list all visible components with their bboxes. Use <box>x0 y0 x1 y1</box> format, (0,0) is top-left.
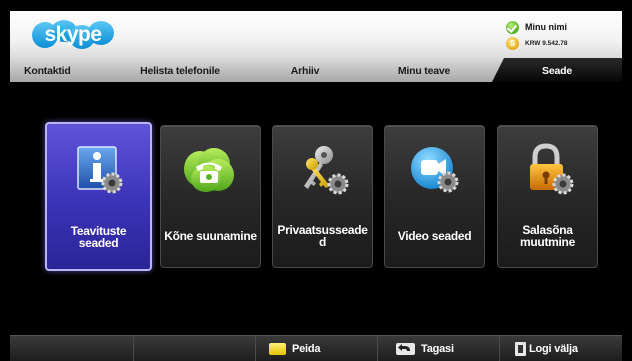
tile-label: Salasõna muutmine <box>520 223 575 249</box>
tile-label: Teavituste seaded <box>70 224 127 250</box>
tile-change-password[interactable]: Salasõna muutmine <box>497 125 598 268</box>
logout-button[interactable]: Logi välja <box>515 342 578 356</box>
info-settings-icon <box>66 143 132 201</box>
tile-label: Video seaded <box>397 229 472 243</box>
logout-label: Logi välja <box>529 343 578 355</box>
tile-privacy-settings[interactable]: Privaatsusseaded <box>272 125 373 268</box>
yellow-key-icon <box>269 343 286 355</box>
tile-notification-settings[interactable]: Teavituste seaded <box>45 122 152 271</box>
footer-divider <box>499 336 500 361</box>
tile-label: Kõne suunamine <box>164 229 257 243</box>
footer-divider <box>377 336 378 361</box>
tile-call-forwarding[interactable]: Kõne suunamine <box>160 125 261 268</box>
footer-divider <box>133 336 134 361</box>
footer-divider <box>255 336 256 361</box>
key-settings-icon <box>290 142 356 200</box>
tile-video-settings[interactable]: Video seaded <box>384 125 485 268</box>
settings-grid: Teavituste seaded Kõne suunamine Privaat… <box>0 0 632 361</box>
footer-bar: Peida Tagasi Logi välja <box>10 335 622 361</box>
back-key-icon <box>396 343 415 355</box>
back-button[interactable]: Tagasi <box>396 342 454 356</box>
video-settings-icon <box>402 142 468 200</box>
hide-button[interactable]: Peida <box>269 342 321 356</box>
lock-settings-icon <box>515 142 581 200</box>
exit-key-icon <box>515 342 526 356</box>
tile-label: Privaatsusseaded <box>277 223 368 249</box>
back-label: Tagasi <box>421 343 454 355</box>
phone-forward-icon <box>178 142 244 200</box>
skype-tv-app: skype Minu nimi S KRW 9.542.78 Kontaktid… <box>0 0 632 361</box>
hide-label: Peida <box>292 343 321 355</box>
